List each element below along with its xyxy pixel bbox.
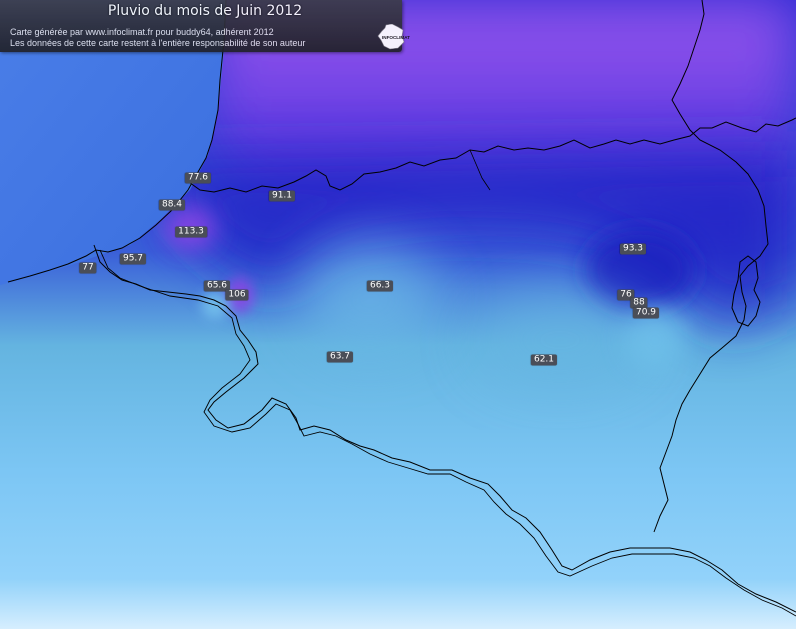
station-label: 91.1	[268, 190, 296, 202]
station-label: 77.6	[184, 172, 212, 184]
rain-basin-center	[300, 245, 440, 355]
station-label: 113.3	[175, 226, 207, 238]
map-credit-line: Carte générée par www.infoclimat.fr pour…	[10, 27, 274, 37]
station-label: 93.3	[619, 243, 647, 255]
station-label: 66.3	[366, 280, 394, 292]
map-title: Pluvio du mois de Juin 2012	[107, 3, 303, 19]
map-header-panel: Pluvio du mois de Juin 2012 Carte généré…	[0, 0, 410, 52]
station-label: 95.7	[119, 253, 147, 265]
map-canvas	[0, 0, 796, 629]
logo-text: INFOCLIMAT	[382, 35, 410, 40]
infoclimat-logo: INFOCLIMAT	[376, 23, 410, 50]
rain-basin-east	[475, 295, 645, 385]
station-label: 70.9	[632, 307, 660, 319]
map-disclaimer-line: Les données de cette carte restent à l'e…	[10, 38, 306, 48]
rain-basin-far-east	[625, 310, 685, 370]
station-label: 77	[79, 262, 97, 274]
station-label: 63.7	[326, 351, 354, 363]
station-label: 88.4	[158, 199, 186, 211]
station-label: 62.1	[530, 354, 558, 366]
station-label: 106	[225, 289, 249, 301]
rainfall-map: Pluvio du mois de Juin 2012 Carte généré…	[0, 0, 796, 629]
